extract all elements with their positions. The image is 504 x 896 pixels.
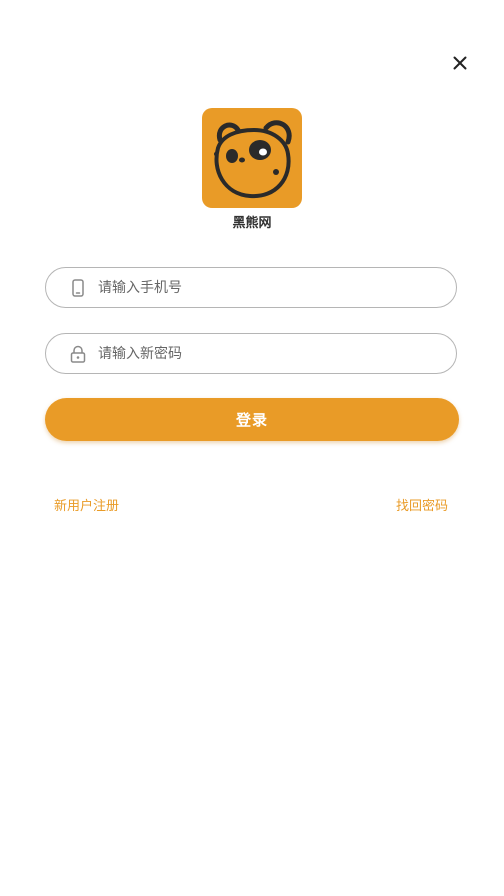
phone-icon: [68, 278, 88, 298]
phone-input[interactable]: [98, 272, 398, 303]
register-link[interactable]: 新用户注册: [54, 498, 119, 516]
lock-icon: [68, 344, 88, 364]
login-button[interactable]: 登录: [45, 398, 459, 441]
forgot-password-link[interactable]: 找回密码: [396, 498, 448, 516]
app-logo: [202, 108, 302, 208]
password-input[interactable]: [98, 338, 398, 369]
close-icon: [453, 55, 467, 74]
app-name: 黑熊网: [232, 216, 272, 231]
panda-logo-icon: [202, 108, 302, 208]
phone-field[interactable]: [45, 267, 457, 308]
close-button[interactable]: [448, 52, 472, 76]
password-field[interactable]: [45, 333, 457, 374]
